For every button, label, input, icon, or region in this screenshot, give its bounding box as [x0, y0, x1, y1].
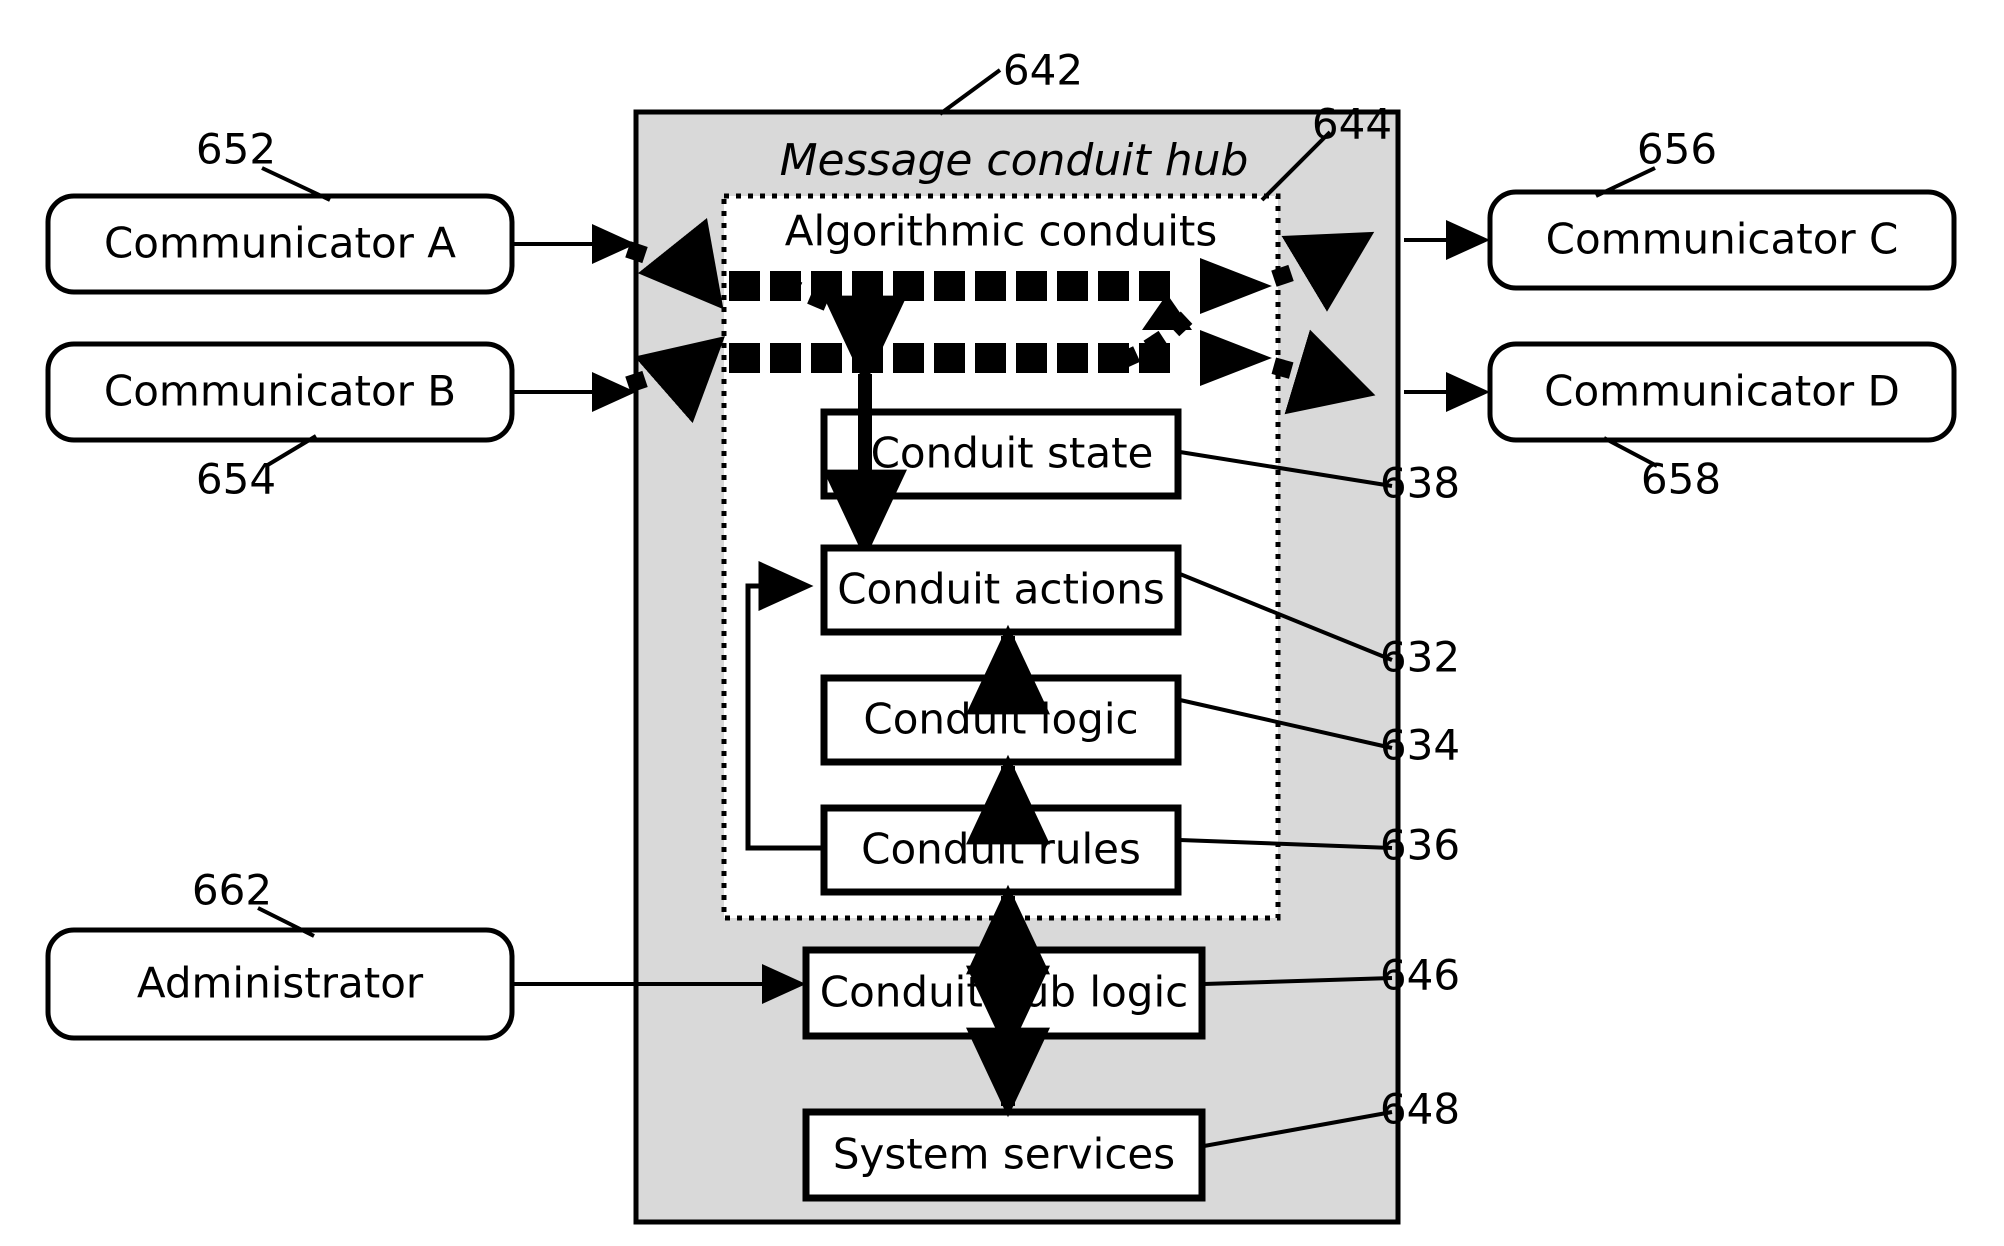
- system-services-node[interactable]: System services: [802, 1108, 1206, 1202]
- communicator-c-node[interactable]: Communicator C: [1487, 189, 1957, 291]
- ref-number-646: 646: [1380, 951, 1460, 1000]
- ref-number-636: 636: [1380, 821, 1460, 870]
- ref-number-642: 642: [1003, 46, 1083, 95]
- communicator-d-node[interactable]: Communicator D: [1487, 341, 1957, 443]
- communicator-b-node[interactable]: Communicator B: [45, 341, 515, 443]
- administrator-node[interactable]: Administrator: [45, 927, 515, 1041]
- communicator-a-label: Communicator A: [104, 219, 456, 268]
- ref-number-638: 638: [1380, 459, 1460, 508]
- conduit-hub-logic-node[interactable]: Conduit hub logic: [802, 946, 1206, 1040]
- conduit-logic-label: Conduit logic: [863, 695, 1138, 744]
- administrator-label: Administrator: [137, 959, 424, 1008]
- ref-number-632: 632: [1380, 633, 1460, 682]
- conduit-state-node[interactable]: Conduit state: [820, 408, 1182, 500]
- conduit-hub-logic-label: Conduit hub logic: [820, 968, 1188, 1017]
- conduit-actions-node[interactable]: Conduit actions: [820, 544, 1182, 636]
- conduit-state-label: Conduit state: [871, 429, 1154, 478]
- conduit-rules-node[interactable]: Conduit rules: [820, 804, 1182, 896]
- ref-number-648: 648: [1380, 1085, 1460, 1134]
- hub-title: Message conduit hub: [780, 135, 1249, 186]
- ref-number-656: 656: [1637, 125, 1717, 174]
- ref-number-652: 652: [196, 125, 276, 174]
- algorithmic-conduits-title: Algorithmic conduits: [785, 207, 1218, 256]
- ref-number-634: 634: [1380, 721, 1460, 770]
- communicator-a-node[interactable]: Communicator A: [45, 193, 515, 295]
- communicator-d-label: Communicator D: [1544, 367, 1900, 416]
- communicator-c-label: Communicator C: [1546, 215, 1899, 264]
- conduit-actions-label: Conduit actions: [837, 565, 1165, 614]
- system-services-label: System services: [833, 1130, 1175, 1179]
- conduit-logic-node[interactable]: Conduit logic: [820, 674, 1182, 766]
- ref-number-654: 654: [196, 455, 276, 504]
- patent-figure: Message conduit hub 642 Algorithmic cond…: [0, 0, 2004, 1246]
- communicator-b-label: Communicator B: [104, 367, 456, 416]
- conduit-rules-label: Conduit rules: [861, 825, 1141, 874]
- ref-number-644: 644: [1312, 100, 1392, 149]
